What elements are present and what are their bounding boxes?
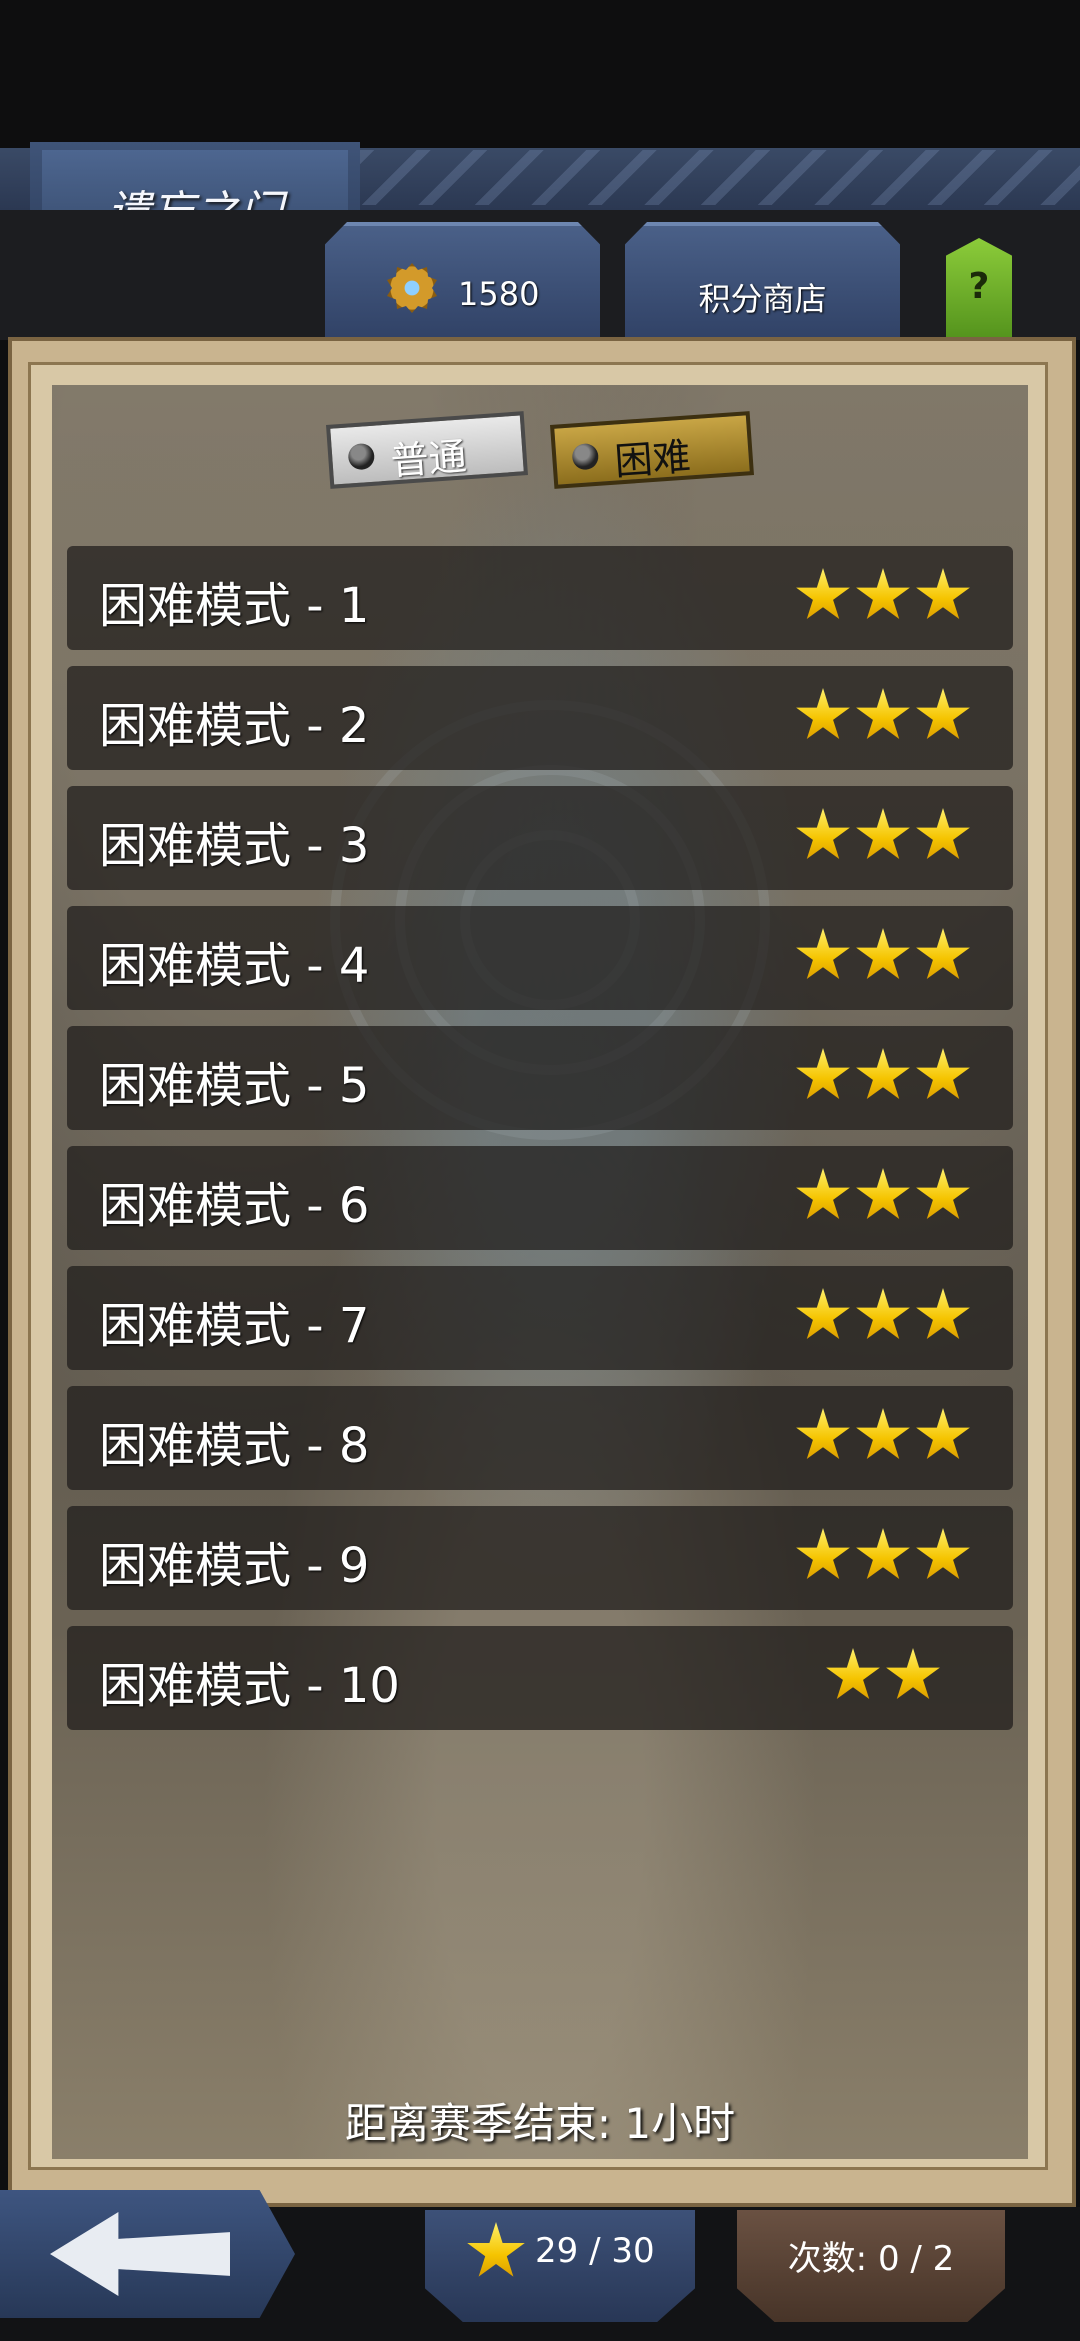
season-countdown: 距离赛季结束: 1小时 <box>344 2099 736 2148</box>
level-row[interactable]: 困难模式 - 5 <box>67 1026 1013 1130</box>
level-row[interactable]: 困难模式 - 6 <box>67 1146 1013 1250</box>
star-icon <box>916 1048 970 1099</box>
star-icon <box>916 1288 970 1339</box>
level-stars <box>783 1528 983 1588</box>
level-row[interactable]: 困难模式 - 3 <box>67 786 1013 890</box>
level-stars <box>783 688 983 748</box>
level-row[interactable]: 困难模式 - 7 <box>67 1266 1013 1370</box>
points-value: 1580 <box>458 275 540 313</box>
level-name: 困难模式 - 6 <box>99 1178 370 1234</box>
level-name: 困难模式 - 8 <box>99 1418 370 1474</box>
star-icon <box>796 928 850 979</box>
star-icon <box>856 808 910 859</box>
toggle-dot-icon <box>347 442 376 471</box>
star-icon <box>856 928 910 979</box>
star-icon <box>856 1048 910 1099</box>
level-stars <box>783 928 983 988</box>
star-icon <box>796 1408 850 1459</box>
level-stars <box>783 1048 983 1108</box>
help-icon: ? <box>968 266 990 307</box>
star-icon <box>916 1528 970 1579</box>
level-list: 困难模式 - 1 困难模式 - 2 困难模式 - 3 困难模式 - 4 困难模式… <box>67 546 1013 1746</box>
level-name: 困难模式 - 2 <box>99 698 370 754</box>
top-black-band <box>0 0 1080 148</box>
mode-normal-label: 普通 <box>389 434 469 484</box>
star-icon <box>796 1168 850 1219</box>
star-icon <box>796 568 850 619</box>
star-icon <box>796 1048 850 1099</box>
level-name: 困难模式 - 4 <box>99 938 370 994</box>
star-icon <box>856 688 910 739</box>
level-name: 困难模式 - 10 <box>99 1658 400 1714</box>
star-icon <box>796 688 850 739</box>
star-icon <box>916 688 970 739</box>
star-icon <box>856 1408 910 1459</box>
star-icon <box>916 1168 970 1219</box>
level-row[interactable]: 困难模式 - 9 <box>67 1506 1013 1610</box>
level-name: 困难模式 - 3 <box>99 818 370 874</box>
level-stars <box>783 1288 983 1348</box>
attempts-count: 次数: 0 / 2 <box>787 2239 955 2279</box>
level-row[interactable]: 困难模式 - 4 <box>67 906 1013 1010</box>
level-row[interactable]: 困难模式 - 8 <box>67 1386 1013 1490</box>
star-icon <box>796 1288 850 1339</box>
level-stars <box>783 1408 983 1468</box>
level-name: 困难模式 - 1 <box>99 578 370 634</box>
level-name: 困难模式 - 9 <box>99 1538 370 1594</box>
star-icon <box>856 1168 910 1219</box>
level-row[interactable]: 困难模式 - 1 <box>67 546 1013 650</box>
star-icon <box>826 1648 880 1699</box>
star-icon <box>796 808 850 859</box>
mode-hard-label: 困难 <box>613 434 693 484</box>
level-row[interactable]: 困难模式 - 10 <box>67 1626 1013 1730</box>
star-icon <box>916 928 970 979</box>
star-icon <box>886 1648 940 1699</box>
points-shop-label: 积分商店 <box>698 280 827 318</box>
star-icon <box>796 1528 850 1579</box>
level-name: 困难模式 - 5 <box>99 1058 370 1114</box>
star-icon <box>856 1528 910 1579</box>
stars-total: 29 / 30 <box>535 2231 655 2271</box>
level-stars <box>783 1648 983 1708</box>
header-strip-pattern <box>360 150 1080 205</box>
level-stars <box>783 1168 983 1228</box>
star-icon <box>856 1288 910 1339</box>
star-icon <box>916 1408 970 1459</box>
level-name: 困难模式 - 7 <box>99 1298 370 1354</box>
toggle-dot-icon <box>571 442 600 471</box>
level-row[interactable]: 困难模式 - 2 <box>67 666 1013 770</box>
level-stars <box>783 808 983 868</box>
level-stars <box>783 568 983 628</box>
star-icon <box>916 568 970 619</box>
star-icon <box>856 568 910 619</box>
star-icon <box>916 808 970 859</box>
